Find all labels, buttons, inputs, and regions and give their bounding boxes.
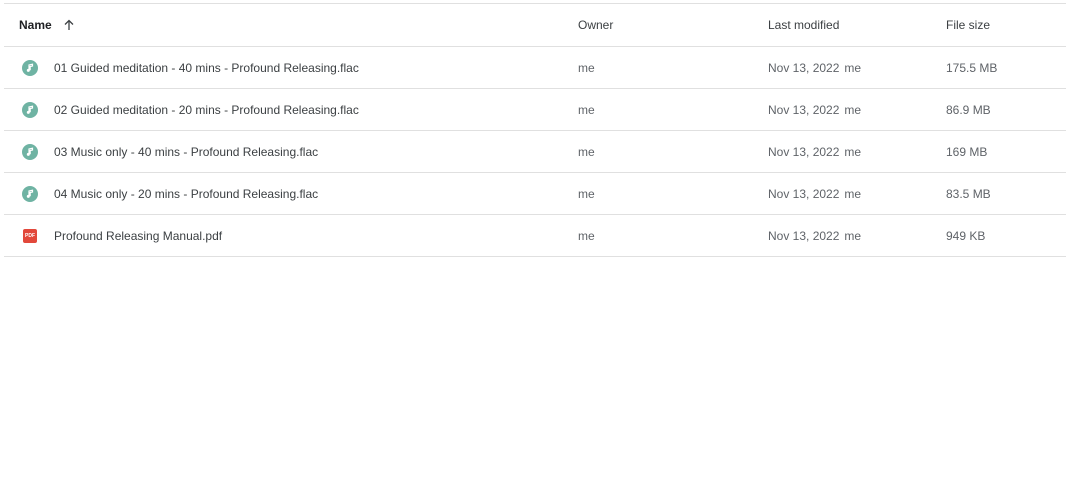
name-header-label: Name <box>19 18 52 32</box>
last-modified: Nov 13, 2022 me <box>768 131 861 172</box>
file-size: 83.5 MB <box>946 186 991 201</box>
owner: me <box>578 60 595 75</box>
file-size-column-header[interactable]: File size <box>946 4 990 46</box>
last-modified: Nov 13, 2022 me <box>768 47 861 88</box>
owner: me <box>578 144 595 159</box>
table-row[interactable]: 02 Guided meditation - 20 mins - Profoun… <box>4 89 1066 131</box>
file-name: 04 Music only - 20 mins - Profound Relea… <box>54 186 319 201</box>
last-modified: Nov 13, 2022 me <box>768 215 861 256</box>
owner-column-header[interactable]: Owner <box>578 4 613 46</box>
arrow-up-icon[interactable] <box>62 18 76 32</box>
file-size: 175.5 MB <box>946 60 998 75</box>
modified-date: Nov 13, 2022 <box>768 144 840 159</box>
file-size: 86.9 MB <box>946 102 991 117</box>
modified-by: me <box>844 228 862 243</box>
audio-file-icon <box>22 143 38 160</box>
file-list: Name Owner Last modified File size 01 Gu… <box>4 3 1066 257</box>
file-size: 949 KB <box>946 228 986 243</box>
modified-date: Nov 13, 2022 <box>768 186 840 201</box>
modified-by: me <box>844 60 862 75</box>
audio-file-icon <box>22 101 38 118</box>
file-size: 169 MB <box>946 144 988 159</box>
audio-file-icon <box>22 185 38 202</box>
file-name: Profound Releasing Manual.pdf <box>54 228 223 243</box>
table-row[interactable]: PDF Profound Releasing Manual.pdf me Nov… <box>4 215 1066 257</box>
table-row[interactable]: 04 Music only - 20 mins - Profound Relea… <box>4 173 1066 215</box>
table-row[interactable]: 03 Music only - 40 mins - Profound Relea… <box>4 131 1066 173</box>
last-modified: Nov 13, 2022 me <box>768 173 861 214</box>
modified-date: Nov 13, 2022 <box>768 102 840 117</box>
last-modified-column-header[interactable]: Last modified <box>768 4 839 46</box>
last-modified: Nov 13, 2022 me <box>768 89 861 130</box>
modified-date: Nov 13, 2022 <box>768 228 840 243</box>
name-column-header[interactable]: Name <box>19 4 76 46</box>
pdf-file-icon: PDF <box>23 228 37 243</box>
owner: me <box>578 102 595 117</box>
modified-by: me <box>844 186 862 201</box>
table-header: Name Owner Last modified File size <box>4 4 1066 47</box>
modified-date: Nov 13, 2022 <box>768 60 840 75</box>
modified-by: me <box>844 144 862 159</box>
owner: me <box>578 228 595 243</box>
file-name: 03 Music only - 40 mins - Profound Relea… <box>54 144 319 159</box>
file-name: 02 Guided meditation - 20 mins - Profoun… <box>54 102 359 117</box>
audio-file-icon <box>22 59 38 76</box>
table-row[interactable]: 01 Guided meditation - 40 mins - Profoun… <box>4 47 1066 89</box>
modified-by: me <box>844 102 862 117</box>
file-name: 01 Guided meditation - 40 mins - Profoun… <box>54 60 359 75</box>
owner: me <box>578 186 595 201</box>
